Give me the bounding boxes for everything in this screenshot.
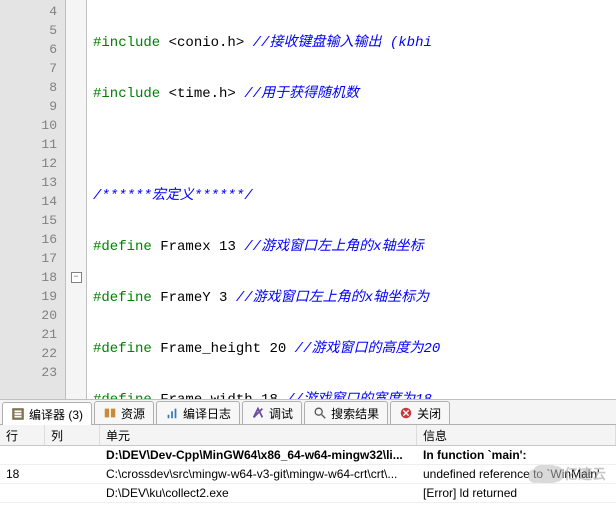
line-number: 6 [0,40,65,59]
line-number: 5 [0,21,65,40]
tab-search-results[interactable]: 搜索结果 [304,401,388,424]
tab-resources-label: 资源 [121,405,145,422]
code-comment: //游戏窗口的高度为20 [295,341,441,357]
code-editor[interactable]: 4 5 6 7 8 9 10 11 12 13 14 15 16 17 18 1… [0,0,616,400]
line-number: 13 [0,173,65,192]
tab-compile-log-label: 编译日志 [183,405,231,422]
code-comment: /******宏定义******/ [93,188,253,204]
message-row[interactable]: 18 C:\crossdev\src\mingw-w64-v3-git\ming… [0,465,616,484]
pp-directive: #define [93,290,152,306]
tab-close-label: 关闭 [417,405,441,422]
tab-compiler[interactable]: 编译器 (3) [2,402,92,425]
col-header-col[interactable]: 列 [45,425,100,445]
line-number: 9 [0,97,65,116]
line-number: 15 [0,211,65,230]
col-header-row[interactable]: 行 [0,425,45,445]
col-header-unit[interactable]: 单元 [100,425,417,445]
col-header-info[interactable]: 信息 [417,425,616,445]
code-area[interactable]: #include <conio.h> //接收键盘输入输出 (kbhi #inc… [87,0,616,399]
ide-window: 4 5 6 7 8 9 10 11 12 13 14 15 16 17 18 1… [0,0,616,510]
debug-icon [251,406,265,420]
tab-debug-label: 调试 [269,405,293,422]
code-comment: //游戏窗口左上角的x轴坐标为 [236,290,429,306]
message-row[interactable]: D:\DEV\Dev-Cpp\MinGW64\x86_64-w64-mingw3… [0,446,616,465]
line-number: 23 [0,363,65,382]
tab-compiler-label: 编译器 (3) [29,406,83,423]
fold-column: − [66,0,87,399]
tab-debug[interactable]: 调试 [242,401,302,424]
pp-directive: #define [93,239,152,255]
fold-toggle-icon[interactable]: − [71,272,82,283]
pp-directive: #define [93,341,152,357]
resources-icon [103,406,117,420]
line-number: 8 [0,78,65,97]
line-number: 14 [0,192,65,211]
line-number: 19 [0,287,65,306]
code-comment: //用于获得随机数 [244,86,359,102]
code-comment: //接收键盘输入输出 (kbhi [253,35,432,51]
log-icon [165,406,179,420]
line-number: 4 [0,2,65,21]
output-tabbar: 编译器 (3) 资源 编译日志 调试 搜索结果 [0,400,616,425]
code-comment: //游戏窗口左上角的x轴坐标 [244,239,423,255]
line-number-gutter: 4 5 6 7 8 9 10 11 12 13 14 15 16 17 18 1… [0,0,66,399]
line-number: 11 [0,135,65,154]
code-comment: //游戏窗口的宽度为18 [286,392,432,399]
line-number: 18 [0,268,65,287]
pp-directive: #include [93,35,160,51]
pp-directive: #define [93,392,152,399]
messages-header: 行 列 单元 信息 [0,425,616,446]
line-number: 7 [0,59,65,78]
search-icon [313,406,327,420]
tab-close[interactable]: 关闭 [390,401,450,424]
messages-list[interactable]: D:\DEV\Dev-Cpp\MinGW64\x86_64-w64-mingw3… [0,446,616,510]
line-number: 16 [0,230,65,249]
tab-search-results-label: 搜索结果 [331,405,379,422]
line-number: 12 [0,154,65,173]
message-row[interactable]: D:\DEV\ku\collect2.exe [Error] ld return… [0,484,616,503]
line-number: 17 [0,249,65,268]
line-number: 22 [0,344,65,363]
compiler-icon [11,407,25,421]
tab-resources[interactable]: 资源 [94,401,154,424]
line-number: 21 [0,325,65,344]
line-number: 10 [0,116,65,135]
line-number: 20 [0,306,65,325]
close-icon [399,406,413,420]
pp-directive: #include [93,86,160,102]
tab-compile-log[interactable]: 编译日志 [156,401,240,424]
